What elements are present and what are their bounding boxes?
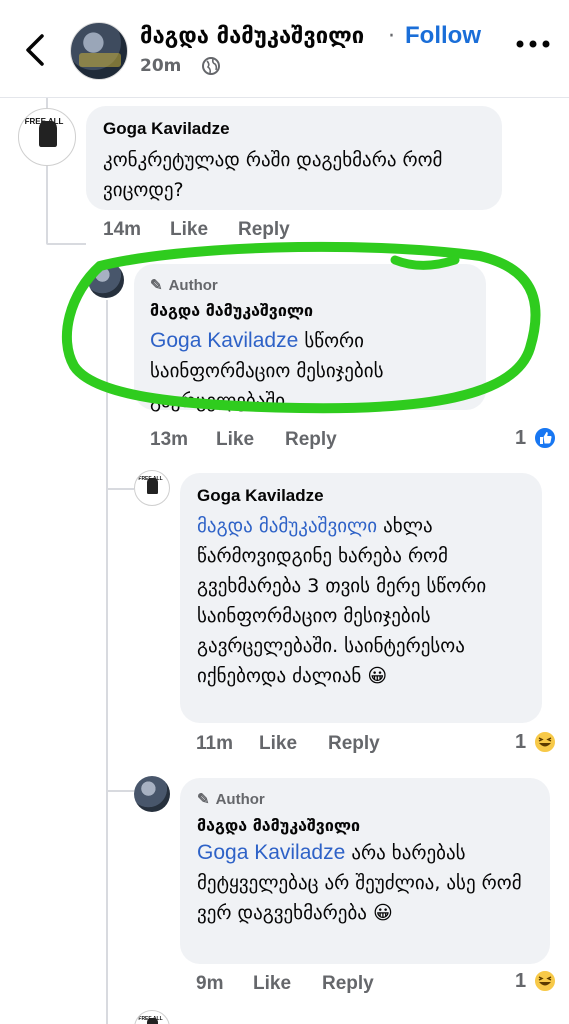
post-author-name[interactable]: მაგდა მამუკაშვილი [140, 24, 364, 49]
comment-text: Goga Kaviladze არა ხარებას მეტყველებაც ა… [197, 841, 522, 924]
author-badge: ✎ Author [150, 277, 218, 294]
haha-reaction-icon[interactable] [533, 730, 557, 754]
thread-line [46, 243, 86, 245]
commenter-avatar[interactable]: FREE ALL [18, 108, 76, 166]
commenter-name[interactable]: Goga Kaviladze [197, 486, 324, 506]
comment-time[interactable]: 11m [196, 733, 233, 755]
commenter-name[interactable]: მაგდა მამუკაშვილი [197, 816, 360, 835]
reply-button[interactable]: Reply [285, 429, 337, 451]
commenter-avatar[interactable]: FREE ALL [134, 470, 170, 506]
comment-text: მაგდა მამუკაშვილი ახლა წარმოვიდგინე ხარე… [197, 515, 487, 687]
comment-text: Goga Kaviladze სწორი საინფორმაციო მესიჯე… [150, 329, 384, 412]
comment-time[interactable]: 14m [103, 219, 141, 241]
comment-bubble: Goga Kaviladze მაგდა მამუკაშვილი ახლა წა… [180, 473, 542, 723]
like-button[interactable]: Like [216, 429, 254, 451]
thread-line [106, 488, 134, 490]
like-button[interactable]: Like [259, 733, 297, 755]
back-arrow-icon[interactable] [20, 30, 50, 70]
comment-bubble: ✎ Author მაგდა მამუკაშვილი Goga Kaviladze… [180, 778, 550, 964]
reaction-count[interactable]: 1 [515, 731, 526, 754]
reply-button[interactable]: Reply [238, 219, 290, 241]
pencil-icon: ✎ [150, 277, 163, 294]
commenter-name[interactable]: მაგდა მამუკაშვილი [150, 301, 313, 320]
reply-button[interactable]: Reply [322, 973, 374, 995]
thread-line [106, 300, 108, 1024]
like-button[interactable]: Like [170, 219, 208, 241]
more-options-icon[interactable] [515, 38, 551, 50]
comment-time[interactable]: 13m [150, 429, 188, 451]
commenter-avatar[interactable] [134, 776, 170, 812]
follow-button[interactable]: Follow [405, 22, 481, 50]
globe-icon [202, 57, 220, 75]
commenter-avatar[interactable]: FREE ALL [134, 1010, 170, 1024]
mention-link[interactable]: Goga Kaviladze [197, 841, 345, 864]
haha-reaction-icon[interactable] [533, 969, 557, 993]
comment-time[interactable]: 9m [196, 973, 223, 995]
comment-bubble: Goga Kaviladze კონკრეტულად რაში დაგეხმარ… [86, 106, 502, 210]
author-avatar[interactable] [70, 22, 128, 80]
reply-button[interactable]: Reply [328, 733, 380, 755]
commenter-avatar[interactable] [88, 262, 124, 298]
post-time[interactable]: 20m [140, 56, 181, 76]
commenter-name[interactable]: Goga Kaviladze [103, 119, 230, 139]
thread-line [106, 790, 134, 792]
reaction-count[interactable]: 1 [515, 970, 526, 993]
like-button[interactable]: Like [253, 973, 291, 995]
separator-dot: · [388, 24, 395, 49]
mention-link[interactable]: მაგდა მამუკაშვილი [197, 515, 377, 537]
post-header: მაგდა მამუკაშვილი · Follow 20m [0, 0, 569, 98]
pencil-icon: ✎ [197, 791, 210, 808]
mention-link[interactable]: Goga Kaviladze [150, 329, 298, 352]
like-reaction-icon[interactable] [533, 426, 557, 450]
comment-bubble: ✎ Author მაგდა მამუკაშვილი Goga Kaviladze… [134, 264, 486, 412]
reaction-count[interactable]: 1 [515, 427, 526, 450]
author-badge: ✎ Author [197, 791, 265, 808]
comment-text: კონკრეტულად რაში დაგეხმარა რომ ვიცოდე? [103, 149, 443, 201]
